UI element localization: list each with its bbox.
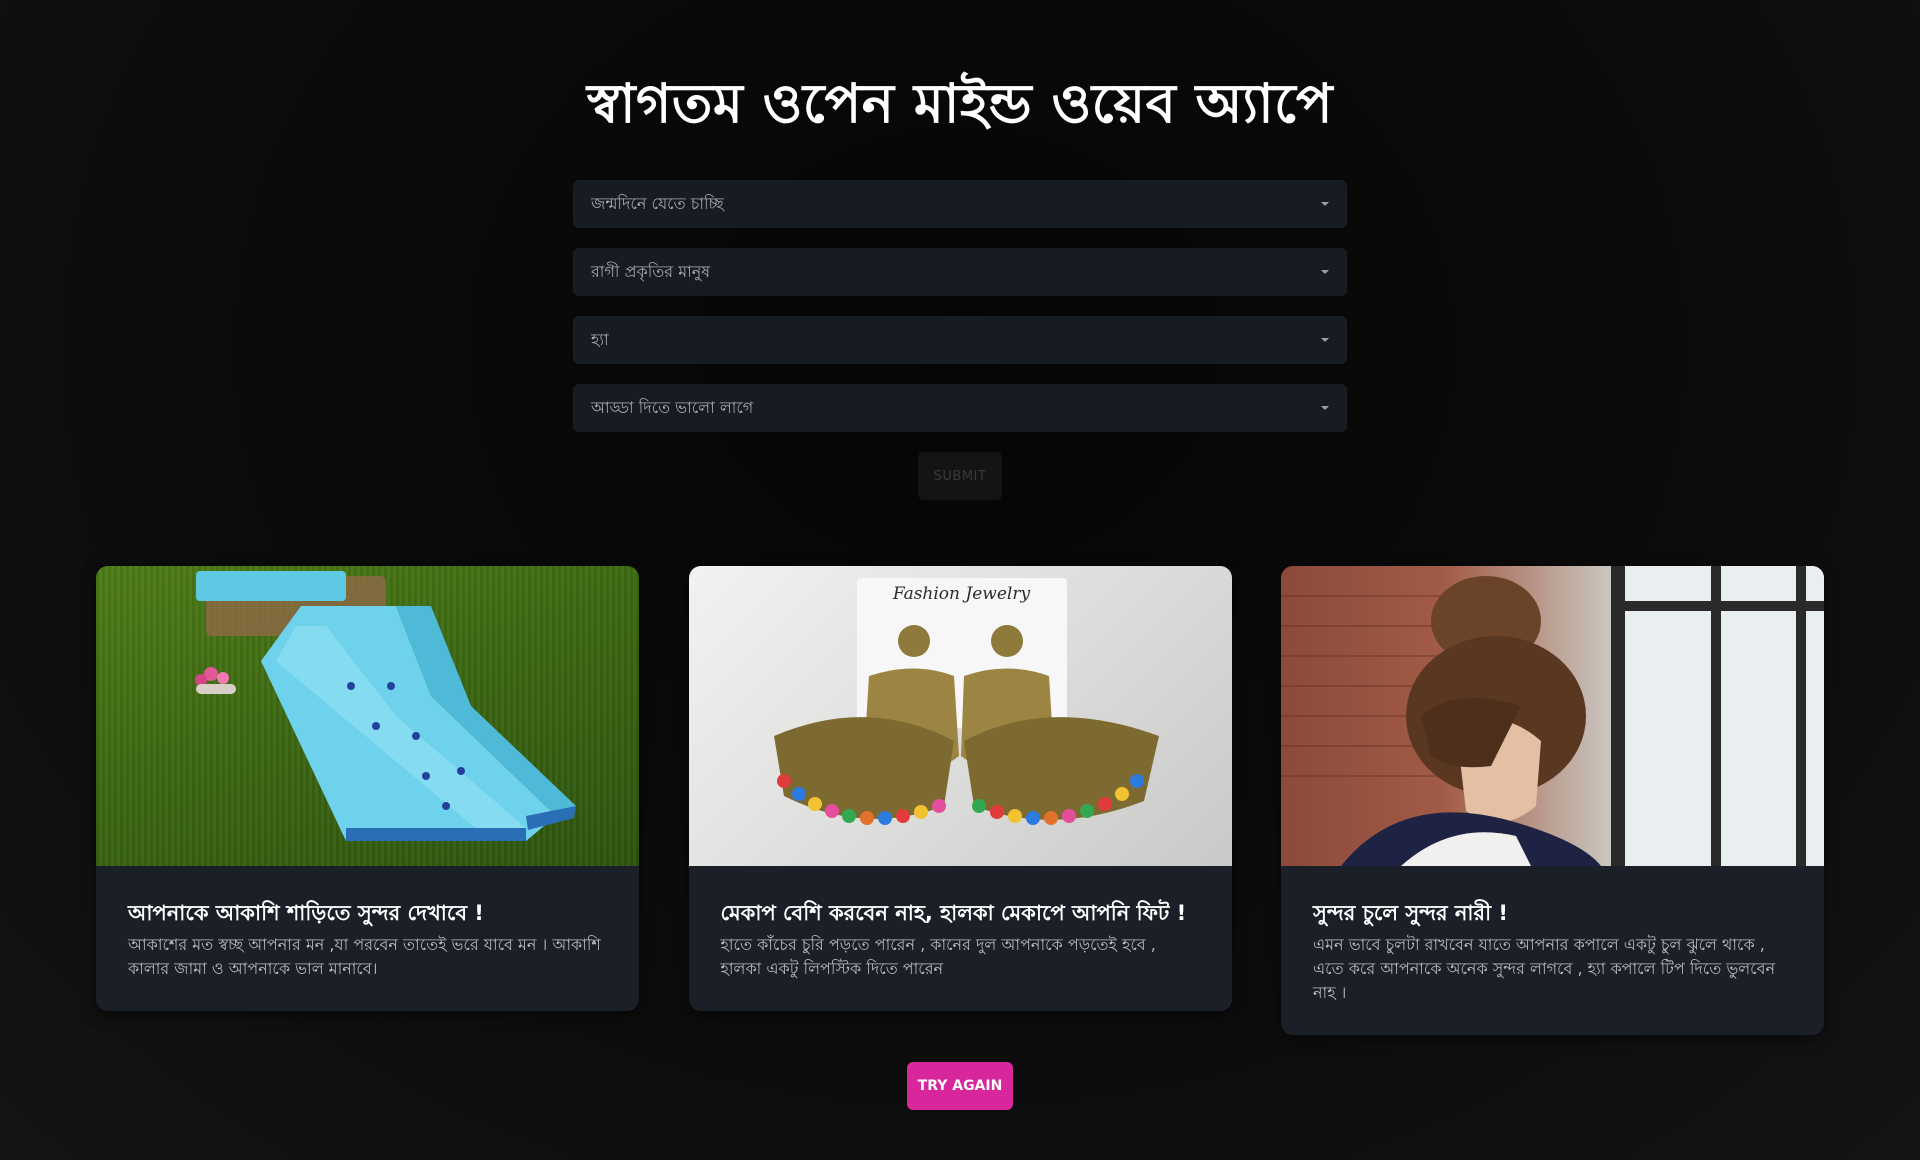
card-title: সুন্দর চুলে সুন্দর নারী ! bbox=[1313, 901, 1508, 925]
select-value: রাগী প্রকৃতির মানুষ bbox=[591, 261, 711, 281]
chevron-down-icon bbox=[1321, 202, 1329, 206]
saree-illustration bbox=[195, 571, 576, 841]
card-text: আকাশের মত স্বচ্ছ আপনার মন ,যা পরবেন তাতে… bbox=[128, 935, 601, 979]
select-value: জন্মদিনে যেতে চাচ্ছি bbox=[591, 193, 724, 213]
try-again-button[interactable]: TRY AGAIN bbox=[907, 1062, 1013, 1110]
suggestion-card-makeup: Fashion Jewelry মেকাপ বেশি করবেন নাহ, হা… bbox=[688, 566, 1232, 1012]
suggestion-card-saree: আপনাকে আকাশি শাড়িতে সুন্দর দেখাবে ! আকা… bbox=[96, 566, 639, 1012]
submit-button[interactable]: SUBMIT bbox=[918, 452, 1002, 500]
saree-image bbox=[96, 566, 639, 866]
earrings-image: Fashion Jewelry bbox=[688, 566, 1232, 866]
card-title: মেকাপ বেশি করবেন নাহ, হালকা মেকাপে আপনি … bbox=[720, 901, 1187, 925]
chevron-down-icon bbox=[1321, 338, 1329, 342]
card-body: সুন্দর চুলে সুন্দর নারী ! এমন ভাবে চুলটা… bbox=[1281, 866, 1824, 1035]
question-select-3[interactable]: হ্যা bbox=[573, 316, 1347, 364]
chevron-down-icon bbox=[1321, 270, 1329, 274]
question-select-4[interactable]: আড্ডা দিতে ভালো লাগে bbox=[573, 384, 1347, 432]
card-body: মেকাপ বেশি করবেন নাহ, হালকা মেকাপে আপনি … bbox=[689, 866, 1232, 1011]
card-title: আপনাকে আকাশি শাড়িতে সুন্দর দেখাবে ! bbox=[128, 901, 484, 925]
earrings-illustration bbox=[773, 625, 1159, 825]
question-form: জন্মদিনে যেতে চাচ্ছি রাগী প্রকৃতির মানুষ… bbox=[573, 180, 1347, 452]
select-value: হ্যা bbox=[591, 329, 609, 349]
suggestion-cards: আপনাকে আকাশি শাড়িতে সুন্দর দেখাবে ! আকা… bbox=[96, 566, 1824, 1036]
hairstyle-illustration bbox=[1281, 566, 1824, 866]
chevron-down-icon bbox=[1321, 406, 1329, 410]
card-text: হাতে কাঁচের চুরি পড়তে পারেন , কানের দুল… bbox=[720, 935, 1156, 979]
page-title: স্বাগতম ওপেন মাইন্ড ওয়েব অ্যাপে bbox=[586, 71, 1334, 135]
hairstyle-image bbox=[1281, 566, 1824, 866]
card-text: এমন ভাবে চুলটা রাখবেন যাতে আপনার কপালে এ… bbox=[1313, 935, 1776, 1003]
card-body: আপনাকে আকাশি শাড়িতে সুন্দর দেখাবে ! আকা… bbox=[96, 866, 639, 1011]
page: স্বাগতম ওপেন মাইন্ড ওয়েব অ্যাপে জন্মদিন… bbox=[0, 0, 1920, 1160]
question-select-2[interactable]: রাগী প্রকৃতির মানুষ bbox=[573, 248, 1347, 296]
select-value: আড্ডা দিতে ভালো লাগে bbox=[591, 397, 754, 417]
question-select-1[interactable]: জন্মদিনে যেতে চাচ্ছি bbox=[573, 180, 1347, 228]
suggestion-card-hair: সুন্দর চুলে সুন্দর নারী ! এমন ভাবে চুলটা… bbox=[1281, 566, 1824, 1036]
